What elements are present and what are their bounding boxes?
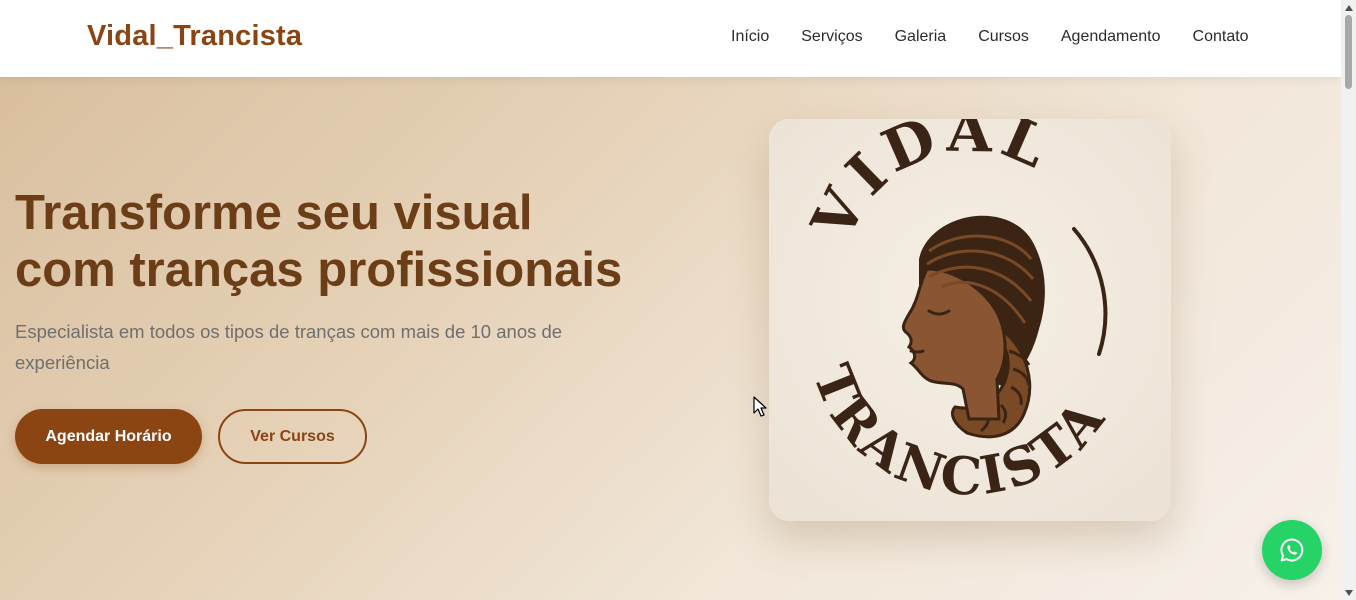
site-header: Vidal_Trancista Início Serviços Galeria …	[0, 0, 1341, 77]
nav-link-galeria[interactable]: Galeria	[895, 28, 947, 46]
whatsapp-floating-button[interactable]	[1262, 520, 1322, 580]
nav-link-inicio[interactable]: Início	[731, 28, 769, 46]
schedule-button[interactable]: Agendar Horário	[15, 409, 202, 464]
hero-title-line-2: com tranças profissionais	[15, 243, 623, 297]
vidal-trancista-logo-image: VIDAL TRANCISTA	[769, 119, 1171, 521]
hero-title: Transforme seu visual com tranças profis…	[15, 185, 715, 299]
whatsapp-icon	[1280, 538, 1304, 562]
nav-link-contato[interactable]: Contato	[1193, 28, 1249, 46]
scrollbar-thumb[interactable]	[1345, 15, 1352, 89]
nav-link-agendamento[interactable]: Agendamento	[1061, 28, 1161, 46]
scroll-down-arrow-icon[interactable]	[1341, 585, 1356, 600]
scroll-up-arrow-icon[interactable]	[1341, 0, 1356, 15]
mouse-cursor-icon	[753, 396, 767, 417]
logo-card: VIDAL TRANCISTA	[769, 119, 1171, 521]
brand-logo-text[interactable]: Vidal_Trancista	[87, 20, 302, 53]
nav-link-cursos[interactable]: Cursos	[978, 28, 1029, 46]
hero-subtitle: Especialista em todos os tipos de trança…	[15, 321, 563, 373]
main-nav: Início Serviços Galeria Cursos Agendamen…	[731, 28, 1249, 46]
nav-link-servicos[interactable]: Serviços	[801, 28, 862, 46]
hero-title-line-1: Transforme seu visual	[15, 186, 533, 240]
page-scrollbar[interactable]	[1341, 0, 1356, 600]
view-courses-button[interactable]: Ver Cursos	[218, 409, 367, 464]
hero-section: Transforme seu visual com tranças profis…	[0, 77, 1341, 600]
